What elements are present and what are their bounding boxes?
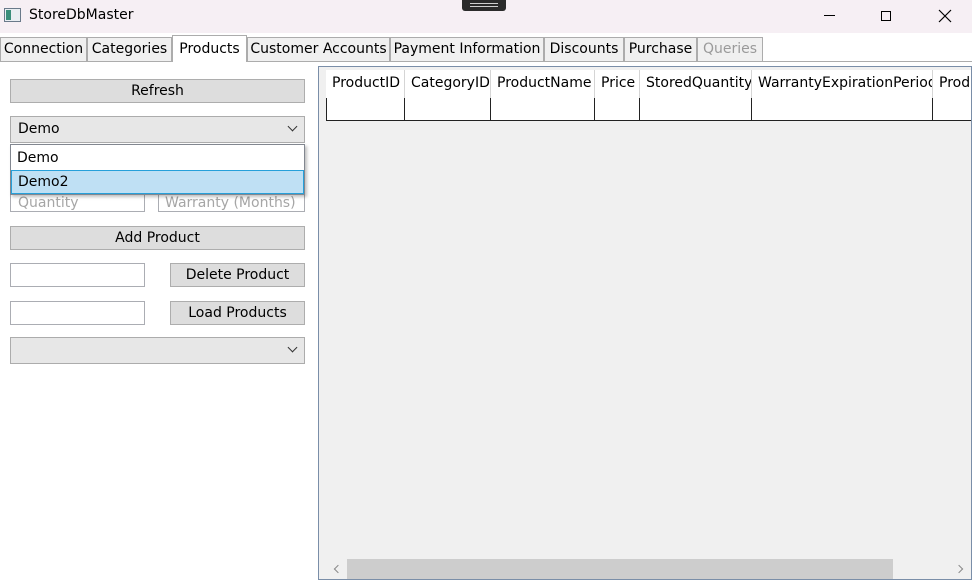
load-products-input[interactable] — [10, 301, 145, 325]
scroll-left-icon[interactable] — [333, 564, 343, 574]
column-header-warrantyexpirationperiod[interactable]: WarrantyExpirationPeriod — [752, 70, 933, 98]
close-button[interactable] — [922, 0, 968, 31]
category-combobox-value: Demo — [18, 121, 60, 137]
tab-payment-information[interactable]: Payment Information — [390, 37, 544, 61]
close-icon — [938, 9, 952, 22]
table-cell[interactable] — [752, 98, 933, 120]
category-dropdown-list: Demo Demo2 — [10, 144, 305, 195]
tab-categories[interactable]: Categories — [87, 37, 172, 61]
minimize-icon — [823, 15, 835, 16]
tab-purchase[interactable]: Purchase — [624, 37, 697, 61]
app-icon — [4, 8, 21, 22]
column-header-price[interactable]: Price — [595, 70, 640, 98]
grid-header-row: ProductID CategoryID ProductName Price S… — [326, 70, 971, 98]
column-header-productname[interactable]: ProductName — [491, 70, 595, 98]
delete-product-button[interactable]: Delete Product — [170, 263, 305, 287]
horizontal-scrollbar[interactable] — [319, 559, 971, 579]
table-cell[interactable] — [640, 98, 752, 120]
maximize-icon — [881, 10, 891, 21]
snap-grip-icon[interactable] — [462, 0, 506, 11]
products-data-grid[interactable]: ProductID CategoryID ProductName Price S… — [318, 66, 972, 580]
delete-product-id-input[interactable] — [10, 263, 145, 287]
dropdown-option-demo2[interactable]: Demo2 — [11, 170, 304, 194]
column-header-storedquantity[interactable]: StoredQuantity — [640, 70, 752, 98]
table-cell[interactable] — [595, 98, 640, 120]
dropdown-option-demo[interactable]: Demo — [11, 146, 304, 170]
chevron-down-icon — [287, 342, 298, 353]
tab-connection[interactable]: Connection — [0, 37, 87, 61]
table-cell[interactable] — [933, 98, 971, 120]
column-header-categoryid[interactable]: CategoryID — [405, 70, 491, 98]
tab-products[interactable]: Products — [172, 35, 247, 62]
column-header-productid[interactable]: ProductID — [326, 70, 405, 98]
window-title: StoreDbMaster — [29, 7, 134, 23]
chevron-down-icon — [287, 121, 298, 132]
load-products-button[interactable]: Load Products — [170, 301, 305, 325]
table-cell[interactable] — [326, 98, 405, 120]
table-cell[interactable] — [405, 98, 491, 120]
minimize-button[interactable] — [806, 0, 852, 31]
column-header-prod[interactable]: Prod — [933, 70, 971, 98]
warranty-placeholder: Warranty (Months) — [165, 195, 296, 210]
add-product-button[interactable]: Add Product — [10, 226, 305, 250]
tab-discounts[interactable]: Discounts — [544, 37, 624, 61]
refresh-button[interactable]: Refresh — [10, 79, 305, 103]
quantity-placeholder: Quantity — [18, 195, 79, 210]
tab-strip: Connection Categories Products Customer … — [0, 33, 972, 62]
scrollbar-thumb[interactable] — [347, 559, 893, 579]
category-combobox[interactable]: Demo — [10, 116, 305, 143]
tab-queries: Queries — [697, 37, 763, 61]
title-bar: StoreDbMaster — [0, 0, 972, 33]
products-filter-combobox[interactable] — [10, 337, 305, 364]
table-cell[interactable] — [491, 98, 595, 120]
table-row[interactable] — [326, 98, 971, 121]
scroll-right-icon[interactable] — [954, 564, 964, 574]
maximize-button[interactable] — [863, 0, 909, 31]
tab-customer-accounts[interactable]: Customer Accounts — [247, 37, 390, 61]
